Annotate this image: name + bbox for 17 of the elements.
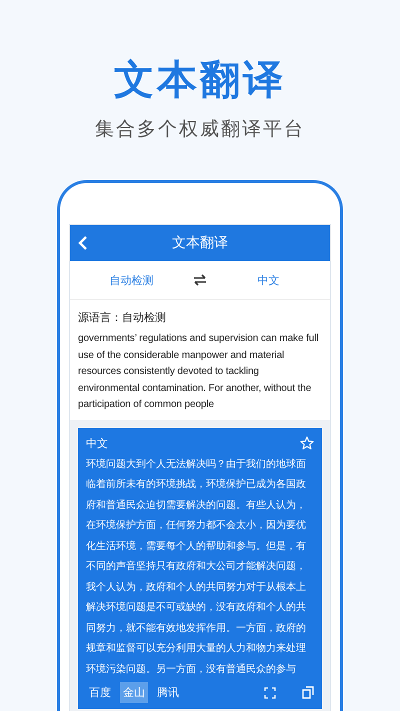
back-icon[interactable] [78,235,88,251]
swap-icon[interactable] [193,274,207,286]
engine-tab[interactable]: 腾讯 [154,682,182,703]
source-language-label: 源语言：自动检测 [78,310,167,325]
translation-text: 环境问题大到个人无法解决吗？由于我们的地球面临着前所未有的环境挑战，环境保护已成为各国政府和普通民众迫切需要解决的问题。有些人认为，在环境保护方面，任何努力都不会太小，因为要优化生活环境，需要每个人的帮助和参与。但是，有不同的声音坚持只有政府和大公司才能解决问题，我个人认为，政府和个人的共同努力对于从根本上解决环境问题是不可或缺的，没有政府和个人的共同努力，就不能有效地发挥作用。一方面，政府的规章和监督可以充分利用大量的人力和物力来处理环境污染问题。另一方面，没有普通民众的参与 [86,458,307,676]
engine-tab[interactable]: 金山 [120,682,148,703]
copy-icon[interactable] [302,686,314,699]
star-icon[interactable] [300,436,314,450]
fullscreen-icon[interactable] [264,686,276,698]
source-language[interactable]: 自动检测 [110,274,154,286]
result-language: 中文 [86,436,108,450]
promo-subtitle: 集合多个权威翻译平台 [95,117,305,142]
engine-tab[interactable]: 百度 [86,682,114,703]
target-language[interactable]: 中文 [258,274,280,286]
screen-title: 文本翻译 [172,234,228,252]
source-text[interactable]: governments’ regulations and supervision can make full use of the considerable manpower and material resources consistently devoted to tackling environmental contamination. For another, without the participation of common people [78,331,322,414]
promo-title: 文本翻译 [114,56,286,105]
